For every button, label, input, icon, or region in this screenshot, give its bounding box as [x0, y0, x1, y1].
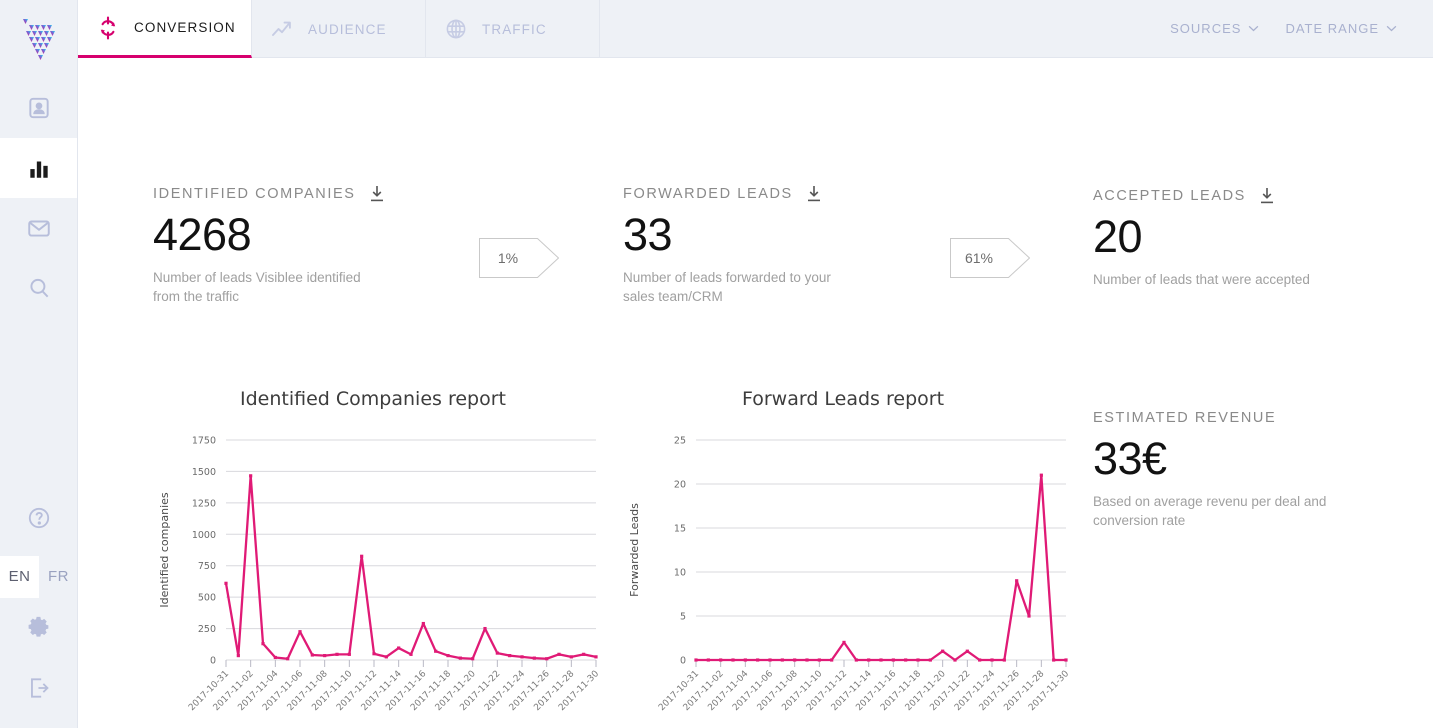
kpi-title: ACCEPTED LEADS	[1093, 188, 1246, 204]
svg-text:0: 0	[210, 656, 216, 667]
sidebar-item-help[interactable]	[0, 488, 78, 548]
sidebar-item-settings[interactable]	[0, 598, 78, 658]
logo-icon	[22, 19, 55, 60]
kpi-description: Number of leads Visiblee identified from…	[153, 270, 361, 304]
svg-text:500: 500	[198, 593, 216, 604]
sidebar-item-mail[interactable]	[0, 198, 77, 258]
svg-text:250: 250	[198, 624, 216, 635]
tab-label-audience: AUDIENCE	[308, 21, 387, 37]
chart-forward-leads: Forward Leads report 0 5 10 15 20 25 Forwarded…	[608, 388, 1078, 728]
kpi-header: ESTIMATED REVENUE	[1093, 410, 1358, 426]
svg-text:1250: 1250	[192, 498, 216, 509]
revenue-value: 33€	[1093, 433, 1167, 484]
kpi-description: Number of leads that were accepted	[1093, 272, 1310, 287]
svg-text:20: 20	[674, 480, 686, 491]
kpi-accepted-leads: ACCEPTED LEADS 20 Number of leads that w…	[1093, 188, 1310, 289]
tab-label-conversion: CONVERSION	[134, 20, 236, 35]
svg-text:Forwarded Leads: Forwarded Leads	[628, 503, 641, 597]
kpi-title: IDENTIFIED COMPANIES	[153, 186, 356, 202]
envelope-icon	[27, 220, 50, 237]
contact-card-icon	[28, 97, 49, 119]
tab-traffic[interactable]: TRAFFIC	[426, 0, 600, 58]
tab-conversion[interactable]: CONVERSION	[78, 0, 252, 58]
download-icon[interactable]	[370, 186, 384, 202]
chevron-down-icon	[1249, 25, 1259, 32]
sources-dropdown-label: SOURCES	[1170, 21, 1242, 36]
conversion-badge-2: 61%	[950, 238, 1030, 278]
tab-audience[interactable]: AUDIENCE	[252, 0, 426, 58]
svg-text:750: 750	[198, 561, 216, 572]
kpi-value: 33	[623, 209, 673, 260]
conversion-badge-value: 61%	[964, 250, 994, 266]
date-range-dropdown-label: DATE RANGE	[1285, 21, 1379, 36]
search-icon	[29, 278, 48, 298]
svg-text:1000: 1000	[192, 530, 216, 541]
conversion-badge-1: 1%	[479, 238, 559, 278]
gear-icon	[28, 616, 49, 637]
language-en[interactable]: EN	[0, 556, 39, 598]
chart-title: Forward Leads report	[741, 388, 945, 410]
language-switcher: EN FR	[0, 556, 78, 598]
sidebar-item-contacts[interactable]	[0, 78, 77, 138]
svg-text:1500: 1500	[192, 467, 216, 478]
svg-text:25: 25	[674, 436, 686, 447]
trend-up-icon	[272, 21, 291, 36]
main-content: IDENTIFIED COMPANIES 4268 Number of lead…	[78, 58, 1433, 728]
conversion-badge-value: 1%	[497, 250, 519, 266]
date-range-dropdown[interactable]: DATE RANGE	[1285, 21, 1397, 36]
kpi-header: FORWARDED LEADS	[623, 186, 858, 202]
top-header: CONVERSION AUDIENCE TRAFFIC SOURCES DATE…	[78, 0, 1433, 58]
svg-text:15: 15	[674, 524, 686, 535]
chart-identified-companies: Identified Companies report 0 250 500 750 10…	[138, 388, 608, 728]
sidebar-item-analytics[interactable]	[0, 138, 77, 198]
sources-dropdown[interactable]: SOURCES	[1170, 21, 1259, 36]
kpi-forwarded-leads: FORWARDED LEADS 33 Number of leads forwa…	[623, 186, 858, 306]
sidebar-item-search[interactable]	[0, 258, 77, 318]
svg-text:10: 10	[674, 568, 686, 579]
chevron-down-icon	[1386, 25, 1397, 32]
svg-text:0: 0	[680, 656, 686, 667]
chart-canvas[interactable]: 0 250 500 750 1000 1250 1500 1750 Identified com…	[138, 410, 608, 728]
bar-chart-icon	[29, 161, 48, 178]
svg-text:1750: 1750	[192, 436, 216, 447]
kpi-header: ACCEPTED LEADS	[1093, 188, 1310, 204]
kpi-header: IDENTIFIED COMPANIES	[153, 186, 384, 202]
kpi-estimated-revenue: ESTIMATED REVENUE 33€ Based on average r…	[1093, 410, 1358, 530]
kpi-identified-companies: IDENTIFIED COMPANIES 4268 Number of lead…	[153, 186, 384, 306]
kpi-value: 20	[1093, 211, 1143, 262]
sidebar-item-logout[interactable]	[0, 658, 78, 718]
logout-icon	[31, 678, 49, 698]
kpi-description: Number of leads forwarded to your sales …	[623, 270, 831, 304]
revenue-description: Based on average revenu per deal and con…	[1093, 494, 1327, 528]
language-fr[interactable]: FR	[39, 556, 78, 598]
download-icon[interactable]	[1260, 188, 1274, 204]
left-sidebar: EN FR	[0, 0, 78, 728]
visiblee-logo[interactable]	[0, 0, 77, 78]
kpi-value: 4268	[153, 209, 252, 260]
download-icon[interactable]	[807, 186, 821, 202]
dashboard-root: EN FR CONVERSION AUDIENCE TRAFFIC SOURCE…	[0, 0, 1433, 728]
chart-title: Identified Companies report	[240, 388, 506, 410]
header-controls: SOURCES DATE RANGE	[1170, 0, 1433, 57]
globe-icon	[446, 19, 466, 39]
refresh-cycle-icon	[100, 15, 116, 40]
help-circle-icon	[28, 507, 50, 529]
tab-label-traffic: TRAFFIC	[482, 21, 547, 37]
svg-text:5: 5	[680, 612, 686, 623]
revenue-title: ESTIMATED REVENUE	[1093, 410, 1277, 426]
svg-text:Identified companies: Identified companies	[158, 492, 171, 608]
chart-canvas[interactable]: 0510152025Forwarded Leads2017-10-312017-…	[608, 410, 1078, 728]
kpi-title: FORWARDED LEADS	[623, 186, 793, 202]
